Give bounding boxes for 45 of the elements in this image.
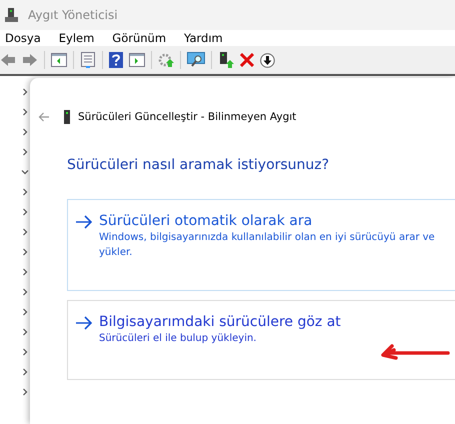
menu-item[interactable]: Görünüm [112, 31, 166, 45]
help-icon[interactable] [109, 52, 123, 68]
dialog-heading: Sürücüleri nasıl aramak istiyorsunuz? [67, 157, 330, 173]
back-arrow-icon[interactable] [38, 112, 50, 122]
collapse-chevron-icon[interactable] [21, 168, 29, 176]
monitor-magnifier-icon[interactable] [187, 52, 205, 68]
expand-chevron-icon[interactable] [21, 228, 29, 236]
back-arrow-icon[interactable] [0, 53, 16, 67]
right-arrow-icon [75, 215, 93, 229]
expand-chevron-icon[interactable] [21, 268, 29, 276]
expand-chevron-icon[interactable] [21, 368, 29, 376]
expand-chevron-icon[interactable] [21, 208, 29, 216]
menu-item[interactable]: Yardım [184, 31, 223, 45]
expand-chevron-icon[interactable] [21, 348, 29, 356]
expand-chevron-icon[interactable] [21, 88, 29, 96]
menu-item[interactable]: Dosya [5, 31, 41, 45]
option-description: Sürücüleri el ile bulup yükleyin. [99, 332, 258, 346]
expand-chevron-icon[interactable] [21, 248, 29, 256]
window-title: Aygıt Yöneticisi [28, 8, 118, 22]
down-arrow-circle-icon[interactable] [260, 52, 275, 68]
option-description: yükler. [99, 246, 134, 260]
option-card[interactable]: Sürücüleri otomatik olarak ara Windows, bilgisayarınızda kullanılabilir olan en iyi sürücüyü arar ve yükler. [67, 199, 455, 291]
dialog-title: Sürücüleri Güncelleştir - Bilinmeyen Aygıt [78, 111, 296, 123]
device-upload-icon[interactable] [218, 52, 234, 68]
expand-chevron-icon[interactable] [21, 188, 29, 196]
expand-chevron-icon[interactable] [21, 328, 29, 336]
option-title: Sürücüleri otomatik olarak ara [99, 212, 314, 230]
expand-chevron-icon[interactable] [21, 108, 29, 116]
expand-chevron-icon[interactable] [21, 288, 29, 296]
expand-chevron-icon[interactable] [21, 128, 29, 136]
expand-chevron-icon[interactable] [21, 148, 29, 156]
forward-arrow-icon[interactable] [22, 53, 38, 67]
device-icon [64, 110, 70, 124]
expand-chevron-icon[interactable] [21, 308, 29, 316]
option-card[interactable]: Bilgisayarımdaki sürücülere göz at Sürücüleri el ile bulup yükleyin. [67, 300, 455, 380]
panel-icon[interactable] [129, 53, 145, 67]
menu-item[interactable]: Eylem [58, 31, 94, 45]
cross-icon[interactable] [240, 53, 254, 67]
computer-icon [4, 7, 20, 23]
option-description: Windows, bilgisayarınızda kullanılabilir olan en iyi sürücüyü arar ve [99, 231, 435, 245]
document-icon[interactable] [80, 52, 96, 68]
panel-icon[interactable] [51, 53, 67, 67]
option-title: Bilgisayarımdaki sürücülere göz at [99, 313, 341, 331]
expand-chevron-icon[interactable] [21, 388, 29, 396]
right-arrow-icon [75, 316, 93, 330]
